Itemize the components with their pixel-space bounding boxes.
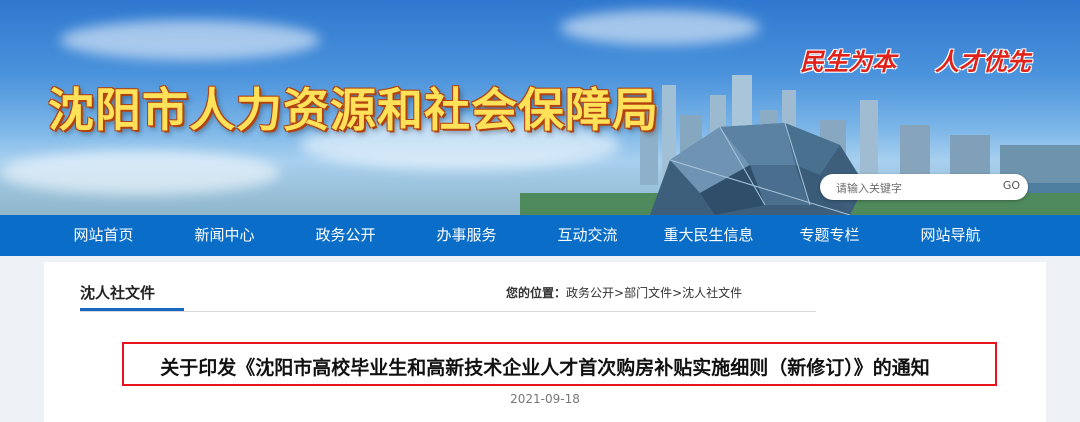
nav-item-news[interactable]: 新闻中心 [164, 215, 285, 256]
slogan-livelihood: 民生为本 [800, 47, 896, 76]
breadcrumb-item-current[interactable]: 沈人社文件 [682, 286, 742, 300]
content-panel: 沈人社文件 您的位置：政务公开>部门文件>沈人社文件 关于印发《沈阳市高校毕业生… [44, 262, 1046, 422]
slogan-talent: 人才优先 [935, 47, 1031, 76]
article-title: 关于印发《沈阳市高校毕业生和高新技术企业人才首次购房补贴实施细则（新修订）》的通… [160, 357, 930, 379]
nav-item-major-livelihood[interactable]: 重大民生信息 [648, 215, 769, 256]
cloud [0, 150, 280, 195]
header-banner: 沈阳市人力资源和社会保障局 民生为本 人才优先 GO [0, 0, 1080, 215]
breadcrumb-item-gov-affairs[interactable]: 政务公开 [566, 286, 614, 300]
nav-item-home[interactable]: 网站首页 [43, 215, 164, 256]
nav-item-gov-affairs[interactable]: 政务公开 [285, 215, 406, 256]
breadcrumb-label: 您的位置： [506, 286, 567, 300]
divider [80, 311, 816, 312]
cloud [560, 10, 760, 45]
nav-item-interaction[interactable]: 互动交流 [527, 215, 648, 256]
nav-item-site-navigation[interactable]: 网站导航 [890, 215, 1011, 256]
search-box: GO [820, 174, 1028, 200]
site-title: 沈阳市人力资源和社会保障局 [48, 83, 659, 137]
nav-item-services[interactable]: 办事服务 [406, 215, 527, 256]
section-tab[interactable]: 沈人社文件 [80, 282, 155, 303]
main-nav: 网站首页 新闻中心 政务公开 办事服务 互动交流 重大民生信息 专题专栏 网站导… [0, 215, 1080, 256]
breadcrumb-separator: > [614, 286, 625, 300]
search-input[interactable] [834, 178, 988, 198]
cloud [60, 20, 320, 60]
article-date: 2021-09-18 [510, 392, 580, 406]
breadcrumb-item-dept-docs[interactable]: 部门文件 [624, 286, 672, 300]
search-go-button[interactable]: GO [1003, 179, 1020, 192]
breadcrumb: 您的位置：政务公开>部门文件>沈人社文件 [506, 284, 742, 301]
nav-item-special-topics[interactable]: 专题专栏 [769, 215, 890, 256]
breadcrumb-separator: > [672, 286, 683, 300]
